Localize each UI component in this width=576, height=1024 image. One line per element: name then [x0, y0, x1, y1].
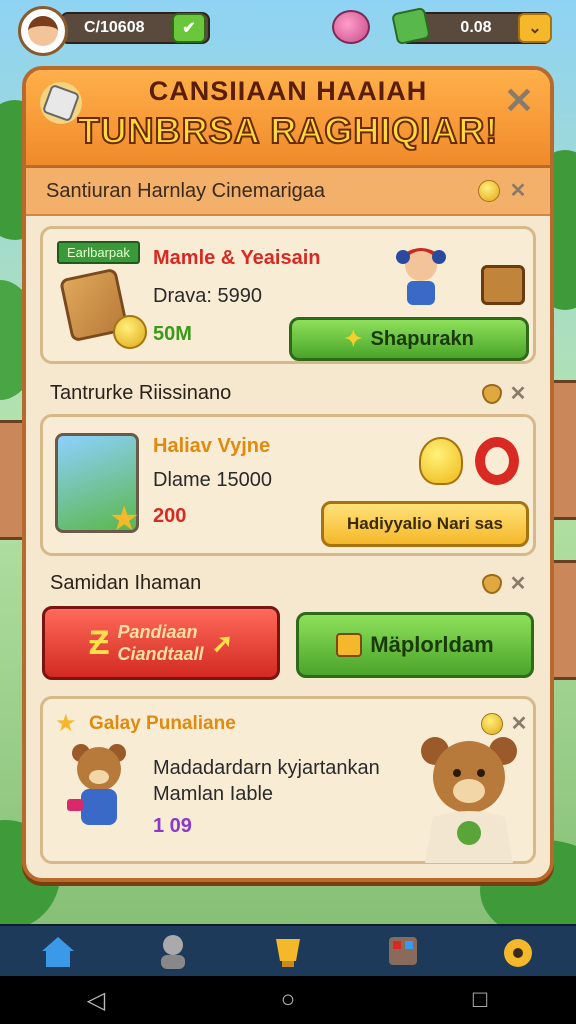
character-icon — [160, 935, 185, 969]
claim-button[interactable]: ✦ Shapurakn — [289, 317, 529, 361]
chevron-down-icon[interactable]: ⌄ — [518, 13, 552, 43]
close-icon[interactable]: ✕ — [508, 384, 528, 404]
card-amount: 50M — [153, 323, 192, 345]
bear-character-icon — [67, 744, 126, 825]
nav-more[interactable] — [494, 929, 542, 973]
subheader-bar: Santiuran Harnlay Cinemarigaa ✕ — [26, 168, 550, 216]
nav-shop[interactable] — [379, 929, 427, 973]
card-price: Dlame 15000 — [153, 469, 272, 491]
close-icon[interactable]: ✕ — [508, 574, 528, 594]
green-action-label: Mäplorldam — [370, 632, 494, 657]
shop-icon — [389, 937, 418, 965]
panel-title-line2: TUNBRSA RAGHIQIAR! — [77, 109, 499, 152]
shield-icon — [482, 574, 502, 594]
treasure-chest-icon — [481, 265, 525, 305]
card-amount: 200 — [153, 505, 187, 527]
lock-icon — [504, 939, 533, 967]
star-icon: ★ — [109, 500, 140, 538]
card-title: Mamle & Yeaisain — [153, 247, 321, 269]
red-action-line2: Ciandtaall — [117, 644, 204, 664]
nav-home[interactable] — [34, 929, 82, 973]
currency-right-value: 0.08 — [460, 19, 492, 36]
nav-profile[interactable] — [149, 929, 197, 973]
offer-card-2: ★ Haliav Vyjne Dlame 15000 200 Hadiyyali… — [40, 414, 536, 556]
red-action-button[interactable]: Ƶ Pandiaan Ciandtaall ➚ — [42, 606, 280, 680]
close-icon[interactable]: ✕ — [508, 181, 528, 201]
offer-card-3: ★ Galay Punaliane ✕ Madadardarn kyjartan… — [40, 696, 536, 864]
girl-character-icon — [396, 248, 446, 305]
coin-icon — [113, 315, 147, 349]
home-circle-icon[interactable]: ○ — [264, 986, 312, 1014]
section-label-2: Tantrurke Riissinano — [50, 382, 232, 404]
arrow-icon: ➚ — [211, 627, 234, 658]
player-avatar[interactable] — [18, 6, 68, 56]
gem-icon[interactable] — [332, 10, 370, 44]
shield-icon — [482, 384, 502, 404]
back-icon[interactable]: ◁ — [72, 986, 120, 1015]
red-ring-icon — [475, 437, 519, 485]
system-navigation-bar: ◁ ○ □ — [0, 976, 576, 1024]
lightbulb-icon — [419, 437, 463, 485]
top-bar: C/10608 ✔ 0.08 ⌄ — [0, 0, 576, 58]
home-icon — [41, 937, 74, 967]
recents-icon[interactable]: □ — [456, 986, 504, 1014]
card-tag: Earlbarpak — [57, 241, 140, 264]
reward-button-label: Hadiyyalio Nari sas — [347, 514, 503, 533]
puzzle-icon — [336, 633, 363, 657]
card-description-line1: Madadardarn kyjartankan — [153, 757, 380, 779]
card-amount: 1 09 — [153, 815, 192, 837]
avatar-face-icon — [28, 16, 58, 46]
panel-header: CANSIIAAN HAAIAH TUNBRSA RAGHIQIAR! ✕ — [26, 70, 550, 168]
bottom-navigation — [0, 924, 576, 976]
section-label-3: Samidan Ihaman — [50, 572, 202, 594]
red-action-line1: Pandiaan — [117, 622, 198, 642]
reward-panel: CANSIIAAN HAAIAH TUNBRSA RAGHIQIAR! ✕ Sa… — [22, 66, 554, 882]
star-icon: ★ — [55, 710, 77, 737]
check-arrow-icon[interactable]: ✔ — [172, 13, 206, 43]
offer-card-1: Earlbarpak Mamle & Yeaisain Drava: 5990 … — [40, 226, 536, 364]
card-price: Drava: 5990 — [153, 285, 262, 307]
card-title: Haliav Vyjne — [153, 435, 271, 457]
bear-shopkeeper-icon — [421, 737, 517, 863]
subheader-text: Santiuran Harnlay Cinemarigaa — [46, 180, 326, 202]
claim-button-label: Shapurakn — [370, 327, 474, 350]
panel-title-line1: CANSIIAAN HAAIAH — [148, 76, 428, 106]
green-action-button[interactable]: Mäplorldam — [296, 612, 534, 678]
trophy-icon — [275, 939, 300, 967]
card-description-line2: Mamlan Iable — [153, 783, 274, 805]
lightning-icon: Ƶ — [88, 623, 110, 662]
currency-left-value: C/10608 — [84, 19, 145, 36]
star-icon: ✦ — [344, 326, 363, 351]
close-icon[interactable]: ✕ — [502, 83, 536, 119]
red-action-label: Pandiaan Ciandtaall — [117, 621, 203, 665]
coin-icon — [478, 180, 500, 202]
card-title: Galay Punaliane — [89, 713, 236, 734]
reward-button[interactable]: Hadiyyalio Nari sas — [321, 501, 529, 547]
currency-counter-left: C/10608 ✔ — [60, 12, 210, 44]
nav-rewards[interactable] — [264, 929, 312, 973]
